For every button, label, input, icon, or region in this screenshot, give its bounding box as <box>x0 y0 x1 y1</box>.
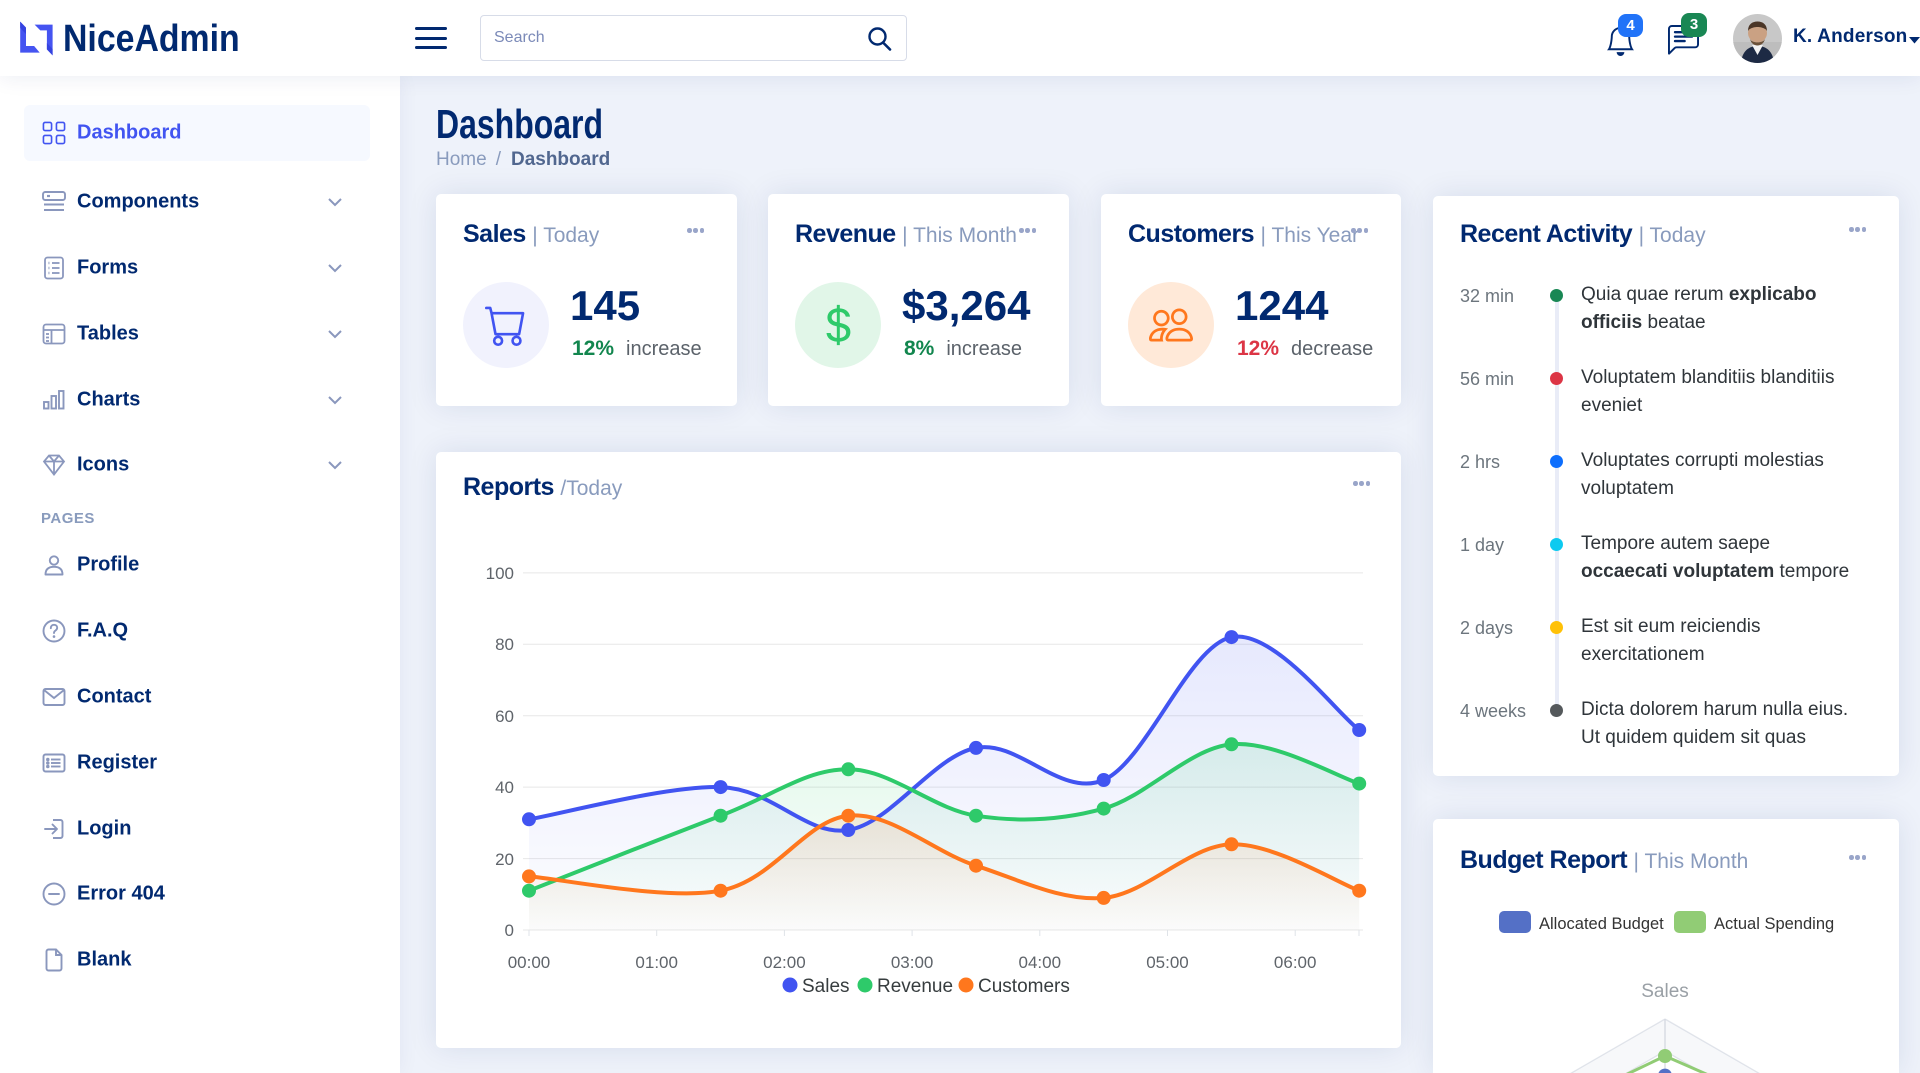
svg-text:80: 80 <box>495 635 514 654</box>
svg-text:40: 40 <box>495 778 514 797</box>
svg-text:100: 100 <box>486 564 514 583</box>
svg-text:00:00: 00:00 <box>508 953 551 972</box>
svg-text:06:00: 06:00 <box>1274 953 1317 972</box>
svg-text:02:00: 02:00 <box>763 953 806 972</box>
svg-text:05:00: 05:00 <box>1146 953 1189 972</box>
svg-text:04:00: 04:00 <box>1019 953 1062 972</box>
svg-text:60: 60 <box>495 707 514 726</box>
svg-text:Revenue: Revenue <box>877 976 953 997</box>
svg-text:01:00: 01:00 <box>635 953 678 972</box>
svg-text:Actual Spending: Actual Spending <box>1714 915 1834 933</box>
svg-text:20: 20 <box>495 850 514 869</box>
svg-text:0: 0 <box>505 921 514 940</box>
svg-text:03:00: 03:00 <box>891 953 934 972</box>
svg-text:Customers: Customers <box>978 976 1070 997</box>
svg-text:Sales: Sales <box>1641 981 1689 1002</box>
svg-text:Sales: Sales <box>802 976 850 997</box>
svg-text:Allocated Budget: Allocated Budget <box>1539 915 1664 933</box>
